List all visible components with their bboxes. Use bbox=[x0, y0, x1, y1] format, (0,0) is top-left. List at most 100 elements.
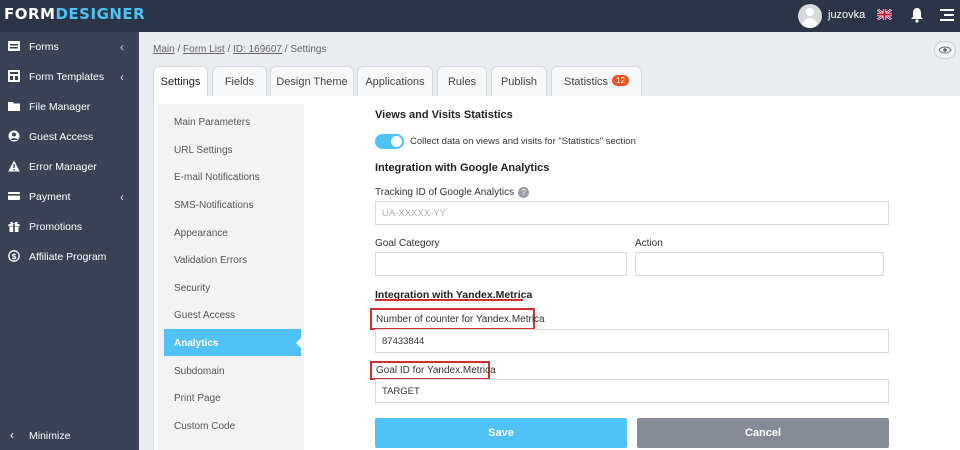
sidebar-item-label: Affiliate Program bbox=[29, 251, 107, 263]
minimize-button[interactable]: ‹ Minimize bbox=[0, 420, 139, 450]
subnav-label: Subdomain bbox=[174, 366, 225, 377]
sidebar-item-promotions[interactable]: Promotions bbox=[0, 212, 139, 242]
sidebar-item-label: Form Templates bbox=[29, 71, 105, 83]
toggle-knob bbox=[391, 136, 402, 147]
ym-counter-input[interactable] bbox=[375, 329, 889, 353]
collect-data-toggle[interactable] bbox=[375, 134, 404, 149]
help-icon[interactable]: ? bbox=[518, 187, 530, 198]
subnav-item-custom-code[interactable]: Custom Code bbox=[164, 412, 301, 439]
breadcrumb-id[interactable]: ID: 169607 bbox=[233, 44, 282, 55]
sidebar-item-form-templates[interactable]: Form Templates ‹ bbox=[0, 62, 139, 92]
sidebar-item-guest-access[interactable]: Guest Access bbox=[0, 122, 139, 152]
tab-label: Applications bbox=[365, 76, 425, 88]
cancel-button[interactable]: Cancel bbox=[637, 418, 889, 448]
subnav-label: Appearance bbox=[174, 228, 228, 239]
subnav-label: Main Parameters bbox=[174, 117, 251, 128]
tab-statistics[interactable]: Statistics 12 bbox=[551, 66, 642, 96]
subnav-item-main-parameters[interactable]: Main Parameters bbox=[164, 108, 301, 135]
ga-tracking-input[interactable] bbox=[375, 201, 889, 225]
folder-icon bbox=[8, 102, 20, 111]
subnav-label: Print Page bbox=[174, 393, 221, 404]
sidebar-item-affiliate-program[interactable]: $ Affiliate Program bbox=[0, 242, 139, 272]
gift-icon bbox=[8, 221, 20, 232]
ym-goal-input[interactable] bbox=[375, 379, 889, 403]
subnav-item-sms-notifications[interactable]: SMS-Notifications bbox=[164, 191, 301, 218]
subnav-item-guest-access[interactable]: Guest Access bbox=[164, 301, 301, 328]
bell-icon[interactable] bbox=[910, 7, 924, 23]
username[interactable]: juzovka bbox=[828, 9, 865, 21]
sidebar-item-label: Forms bbox=[29, 41, 59, 53]
logo-part-form: FORM bbox=[4, 5, 56, 23]
ga-tracking-label: Tracking ID of Google Analytics? bbox=[375, 187, 530, 198]
subnav-item-analytics[interactable]: Analytics bbox=[164, 329, 302, 356]
logo-part-designer: DESIGNER bbox=[55, 5, 146, 23]
chevron-left-icon: ‹ bbox=[10, 428, 14, 442]
tab-label: Fields bbox=[224, 76, 255, 88]
sidebar-item-label: Promotions bbox=[29, 221, 83, 233]
sidebar-item-error-manager[interactable]: Error Manager bbox=[0, 152, 139, 182]
eye-icon bbox=[938, 46, 952, 54]
breadcrumb-current: Settings bbox=[290, 44, 327, 55]
tab-label: Design Theme bbox=[276, 76, 348, 88]
subnav-label: SMS-Notifications bbox=[174, 200, 254, 211]
tab-publish[interactable]: Publish bbox=[491, 66, 547, 96]
subnav-item-validation-errors[interactable]: Validation Errors bbox=[164, 246, 301, 273]
sidebar-item-payment[interactable]: Payment ‹ bbox=[0, 182, 139, 212]
tab-label: Rules bbox=[447, 76, 477, 88]
tab-settings[interactable]: Settings bbox=[153, 66, 208, 97]
subnav-item-appearance[interactable]: Appearance bbox=[164, 219, 301, 246]
breadcrumb-separator: / bbox=[224, 44, 234, 55]
action-input[interactable] bbox=[635, 252, 884, 276]
uk-flag-icon[interactable] bbox=[877, 9, 892, 20]
subnav-item-security[interactable]: Security bbox=[164, 274, 301, 301]
save-button[interactable]: Save bbox=[375, 418, 627, 448]
subnav-label: URL Settings bbox=[174, 145, 233, 156]
goal-category-label: Goal Category bbox=[375, 238, 440, 249]
chevron-left-icon: ‹ bbox=[120, 40, 124, 54]
breadcrumb: Main / Form List / ID: 169607 / Settings bbox=[153, 44, 326, 55]
svg-text:$: $ bbox=[11, 252, 17, 261]
subnav-item-print-page[interactable]: Print Page bbox=[164, 384, 301, 411]
forms-icon bbox=[8, 41, 20, 51]
action-label: Action bbox=[635, 238, 663, 249]
ym-counter-label: Number of counter for Yandex.Metrica bbox=[376, 314, 545, 325]
tab-design-theme[interactable]: Design Theme bbox=[270, 66, 354, 96]
user-circle-icon bbox=[8, 130, 20, 142]
dollar-icon: $ bbox=[8, 250, 20, 262]
collect-data-label: Collect data on views and visits for "St… bbox=[410, 136, 636, 147]
chevron-left-icon: ‹ bbox=[120, 70, 124, 84]
goal-category-input[interactable] bbox=[375, 252, 627, 276]
views-stats-title: Views and Visits Statistics bbox=[375, 109, 513, 121]
subnav-label: Security bbox=[174, 283, 211, 294]
subnav-item-url-settings[interactable]: URL Settings bbox=[164, 136, 301, 163]
chevron-left-icon: ‹ bbox=[120, 190, 124, 204]
tab-fields[interactable]: Fields bbox=[212, 66, 267, 96]
highlight-underline bbox=[375, 299, 523, 301]
subnav-item-email-notifications[interactable]: E-mail Notifications bbox=[164, 163, 301, 190]
sidebar-item-label: Guest Access bbox=[29, 131, 94, 143]
subnav-item-subdomain[interactable]: Subdomain bbox=[164, 357, 301, 384]
breadcrumb-form-list[interactable]: Form List bbox=[183, 44, 225, 55]
avatar-icon[interactable] bbox=[798, 4, 822, 28]
tab-rules[interactable]: Rules bbox=[437, 66, 487, 96]
preview-button[interactable] bbox=[934, 41, 956, 59]
templates-icon bbox=[8, 70, 20, 82]
ym-goal-label: Goal ID for Yandex.Metrica bbox=[376, 365, 496, 376]
subnav-label: E-mail Notifications bbox=[174, 172, 260, 183]
menu-icon[interactable] bbox=[940, 9, 954, 21]
breadcrumb-main[interactable]: Main bbox=[153, 44, 175, 55]
logo[interactable]: FORMDESIGNER bbox=[4, 5, 145, 23]
sidebar-item-forms[interactable]: Forms ‹ bbox=[0, 32, 139, 62]
subnav-label: Validation Errors bbox=[174, 255, 248, 266]
sidebar-item-label: File Manager bbox=[29, 101, 91, 113]
sidebar-item-file-manager[interactable]: File Manager bbox=[0, 92, 139, 122]
subnav-label: Analytics bbox=[174, 338, 219, 349]
tab-label: Publish bbox=[500, 76, 538, 88]
ga-tracking-label-text: Tracking ID of Google Analytics bbox=[375, 187, 515, 198]
breadcrumb-separator: / bbox=[174, 44, 184, 55]
subnav-label: Custom Code bbox=[174, 421, 236, 432]
sidebar-item-label: Payment bbox=[29, 191, 71, 203]
top-bar: FORMDESIGNER juzovka bbox=[0, 0, 960, 32]
minimize-label: Minimize bbox=[29, 430, 71, 442]
tab-applications[interactable]: Applications bbox=[357, 66, 433, 96]
